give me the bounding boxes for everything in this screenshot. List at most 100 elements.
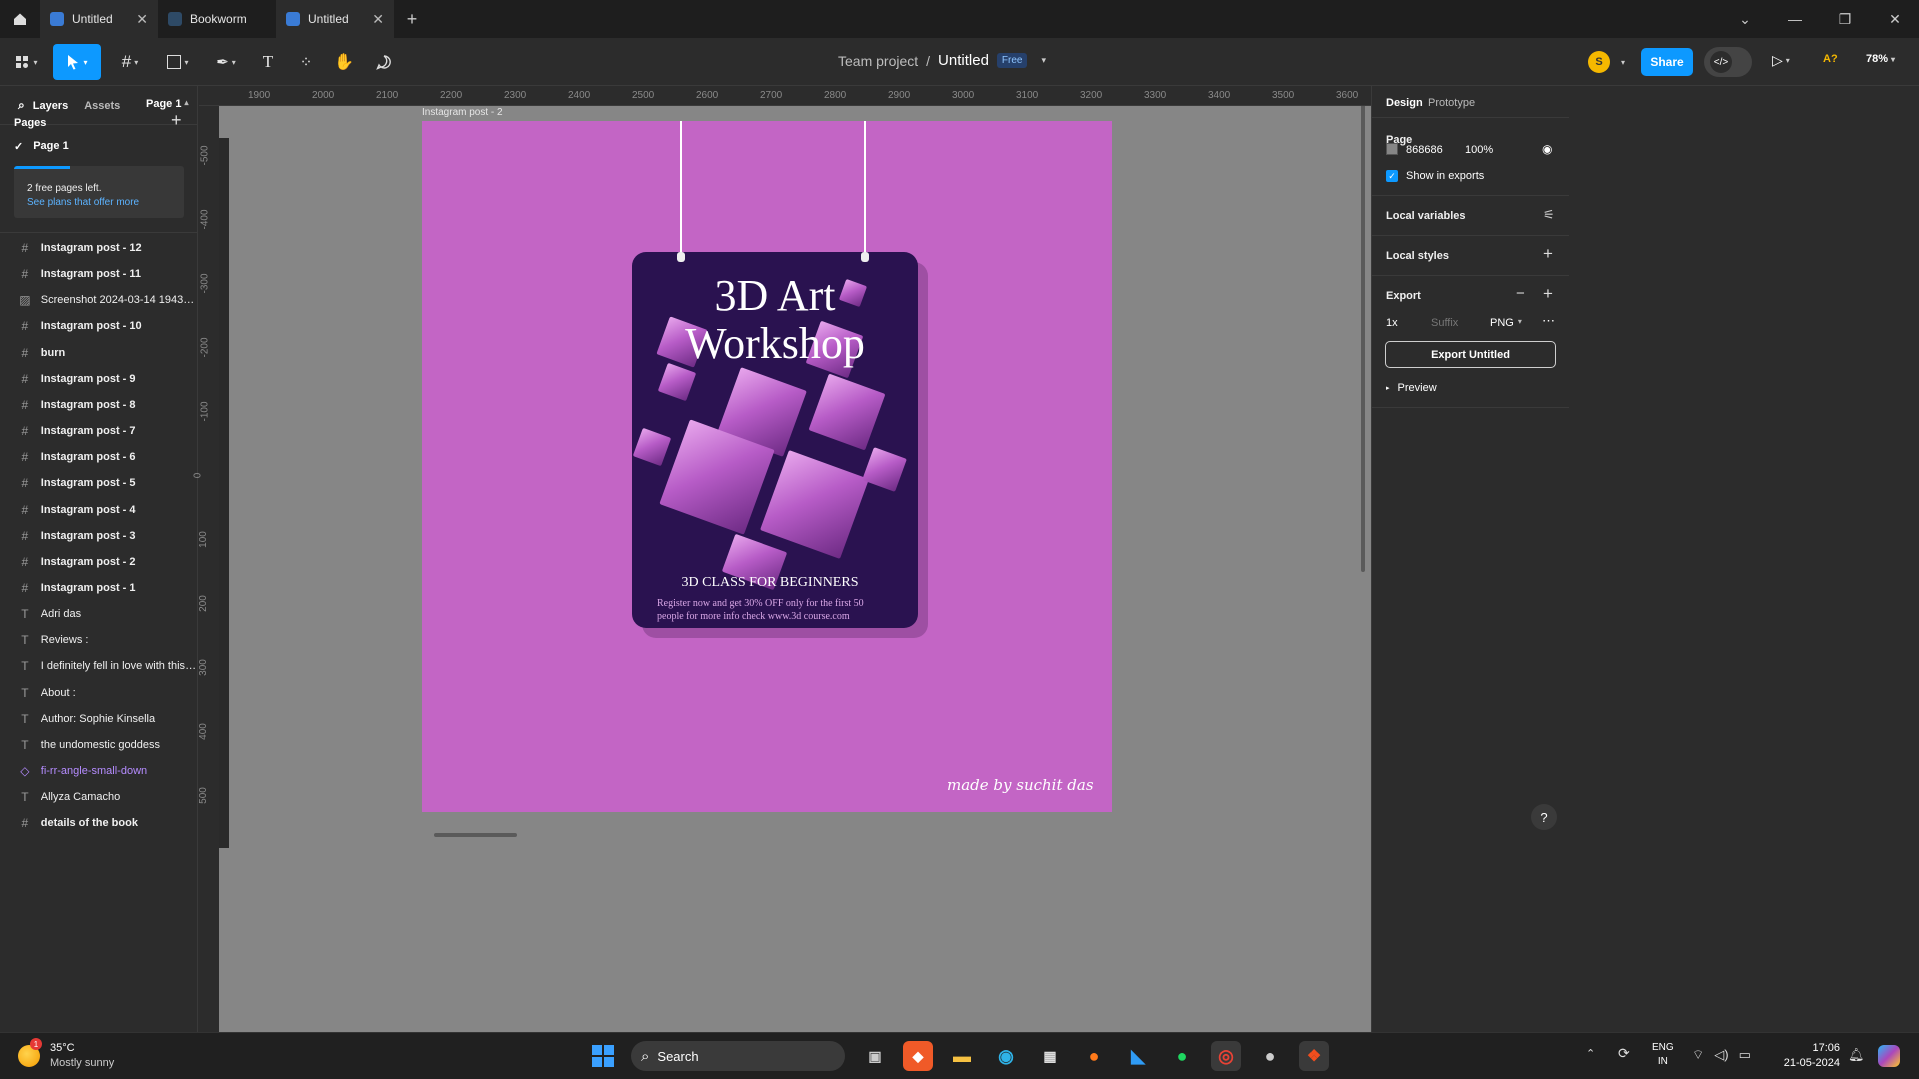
export-format-select[interactable]: PNG ▾ [1490, 317, 1522, 329]
horizontal-scrollbar[interactable] [434, 833, 517, 837]
tab-bookworm[interactable]: Bookworm [158, 0, 276, 38]
task-view-icon[interactable]: ▣ [860, 1041, 890, 1071]
shape-tool-button[interactable]: ▾ [158, 44, 198, 80]
minimize-button[interactable]: — [1770, 0, 1820, 38]
font-warning-button[interactable]: A? [1823, 53, 1838, 65]
figma-app-icon[interactable]: ❖ [1299, 1041, 1329, 1071]
vertical-scrollbar[interactable] [1361, 88, 1365, 572]
layer-item[interactable]: T About : [0, 680, 198, 706]
layer-item[interactable]: # Instagram post - 10 [0, 313, 198, 339]
tab-untitled-1[interactable]: Untitled ✕ [40, 0, 158, 38]
layer-item[interactable]: T Adri das [0, 601, 198, 627]
zoom-menu[interactable]: 78% ▾ [1866, 53, 1895, 65]
variables-icon[interactable]: ⚟ [1543, 207, 1555, 223]
plans-link[interactable]: See plans that offer more [14, 194, 184, 208]
vscode-icon[interactable]: ◣ [1123, 1041, 1153, 1071]
local-variables-title[interactable]: Local variables [1386, 210, 1466, 222]
file-name[interactable]: Untitled [938, 52, 989, 69]
avatar[interactable]: S [1588, 51, 1610, 73]
layer-item[interactable]: # Instagram post - 7 [0, 418, 198, 444]
layer-item[interactable]: # Instagram post - 8 [0, 392, 198, 418]
layer-item[interactable]: T Allyza Camacho [0, 784, 198, 810]
tab-design[interactable]: Design [1386, 97, 1423, 109]
notification-bell-icon[interactable]: 🔔︎ [1848, 1047, 1865, 1063]
spotify-icon[interactable]: ● [1167, 1041, 1197, 1071]
close-icon[interactable]: ✕ [372, 11, 384, 28]
layer-item[interactable]: # Instagram post - 2 [0, 549, 198, 575]
layer-item[interactable]: Tthe undomestic goddess [0, 732, 198, 758]
windows-start-icon[interactable] [592, 1045, 614, 1070]
clock[interactable]: 17:06 21-05-2024 [1780, 1041, 1840, 1071]
layer-item[interactable]: # Instagram post - 1 [0, 575, 198, 601]
layer-item[interactable]: ◇ fi-rr-angle-small-down [0, 758, 198, 784]
chevron-down-icon[interactable]: ⌄ [1720, 0, 1770, 38]
window-close-button[interactable]: ✕ [1870, 0, 1919, 38]
weather-temp[interactable]: 35°C [50, 1042, 75, 1054]
share-button[interactable]: Share [1641, 48, 1693, 76]
tab-layers[interactable]: Layers [33, 100, 68, 112]
edge-browser-icon[interactable]: ◉ [991, 1041, 1021, 1071]
poster-card[interactable]: 3D Art Workshop 3D CLASS FOR BEGINNERS R… [632, 252, 918, 628]
new-tab-button[interactable]: + [394, 9, 430, 30]
frame-tool-button[interactable]: # ▾ [110, 44, 150, 80]
hand-tool-button[interactable]: ✋ [330, 44, 358, 80]
chevron-down-icon[interactable]: ▾ [1041, 55, 1046, 66]
chrome-icon[interactable]: ◎ [1211, 1041, 1241, 1071]
layer-item[interactable]: # Instagram post - 6 [0, 444, 198, 470]
github-desktop-icon[interactable]: ● [1255, 1041, 1285, 1071]
copilot-icon[interactable] [1878, 1045, 1900, 1067]
layer-item[interactable]: T I definitely fell in love with this bo.… [0, 653, 198, 679]
comment-tool-button[interactable] [370, 44, 398, 80]
taskbar-search[interactable]: ⌕ Search [631, 1041, 845, 1071]
page-color-hex[interactable]: 868686 [1406, 144, 1443, 156]
page-color-swatch[interactable] [1386, 143, 1398, 155]
layer-item[interactable]: # Instagram post - 4 [0, 497, 198, 523]
firefox-icon[interactable]: ● [1079, 1041, 1109, 1071]
eye-icon[interactable]: ◉ [1542, 142, 1552, 156]
project-name[interactable]: Team project [838, 53, 918, 69]
dev-mode-toggle[interactable]: </> [1704, 47, 1752, 77]
brave-browser-icon[interactable]: ◆ [903, 1041, 933, 1071]
layer-item[interactable]: ▨ Screenshot 2024-03-14 194348 3 [0, 287, 198, 313]
resources-button[interactable]: ⁘ [292, 44, 320, 80]
export-suffix-input[interactable]: Suffix [1431, 317, 1458, 329]
search-icon[interactable]: ⌕ [18, 98, 25, 113]
file-explorer-icon[interactable]: ▬ [947, 1041, 977, 1071]
design-canvas[interactable]: Instagram post - 2 3D Art Workshop 3D CL… [199, 86, 1371, 1032]
language-indicator[interactable]: ENG IN [1652, 1041, 1674, 1069]
layer-item[interactable]: # details of the book [0, 810, 198, 836]
page-selector[interactable]: Page 1 ▴ [146, 98, 188, 110]
present-button[interactable]: ▷ ▾ [1772, 52, 1790, 69]
restore-button[interactable]: ❐ [1820, 0, 1870, 38]
layer-item[interactable]: # Instagram post - 11 [0, 261, 198, 287]
tab-assets[interactable]: Assets [84, 100, 120, 112]
weather-desc[interactable]: Mostly sunny [50, 1057, 114, 1069]
sync-icon[interactable]: ⟳ [1618, 1045, 1630, 1062]
export-button[interactable]: Export Untitled [1385, 341, 1556, 368]
more-options-icon[interactable]: ⋯ [1542, 313, 1555, 329]
layer-item[interactable]: # burn [0, 340, 198, 366]
frame-label[interactable]: Instagram post - 2 [422, 107, 503, 118]
move-tool-button[interactable]: ▾ [53, 44, 101, 80]
minus-icon[interactable]: − [1516, 285, 1525, 302]
layer-item[interactable]: T Author: Sophie Kinsella [0, 706, 198, 732]
layer-item[interactable]: # Instagram post - 12 [0, 235, 198, 261]
layer-item[interactable]: # Instagram post - 5 [0, 470, 198, 496]
pen-tool-button[interactable]: ✒ ▾ [206, 44, 246, 80]
plus-icon[interactable]: + [1543, 244, 1553, 264]
instagram-post-frame[interactable]: 3D Art Workshop 3D CLASS FOR BEGINNERS R… [422, 121, 1112, 812]
home-button[interactable] [0, 0, 40, 38]
page-item-1[interactable]: ✓ Page 1 [14, 140, 69, 153]
main-menu-button[interactable]: ▾ [8, 44, 44, 80]
chevron-down-icon[interactable]: ▾ [1621, 58, 1625, 67]
tab-prototype[interactable]: Prototype [1428, 97, 1475, 109]
add-page-button[interactable]: + [171, 110, 182, 131]
close-icon[interactable]: ✕ [136, 11, 148, 28]
help-button[interactable]: ? [1531, 804, 1557, 830]
microsoft-store-icon[interactable]: ▦ [1035, 1041, 1065, 1071]
preview-toggle[interactable]: ▸ Preview [1386, 382, 1437, 394]
page-opacity[interactable]: 100% [1465, 144, 1493, 156]
show-in-exports-checkbox[interactable]: ✓ [1386, 170, 1398, 182]
tab-untitled-2[interactable]: Untitled ✕ [276, 0, 394, 38]
layer-item[interactable]: # Instagram post - 3 [0, 523, 198, 549]
